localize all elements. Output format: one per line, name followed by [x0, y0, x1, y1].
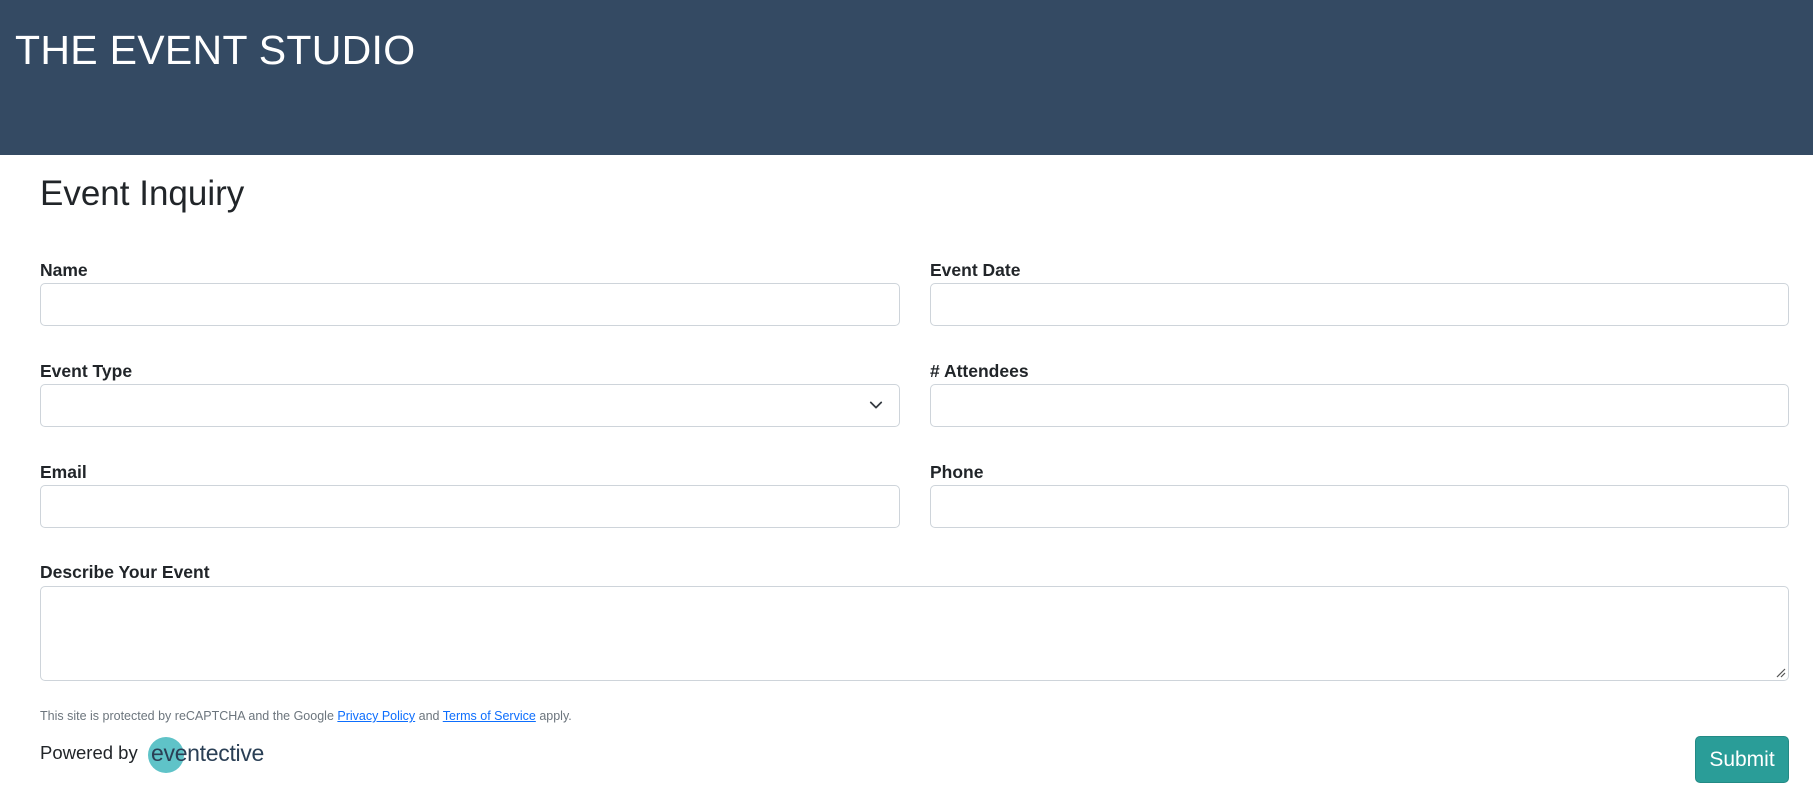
logo-text: eventective [151, 740, 265, 766]
phone-label: Phone [930, 462, 984, 482]
site-header: THE EVENT STUDIO [0, 0, 1813, 155]
email-label: Email [40, 462, 87, 482]
submit-button[interactable]: Submit [1695, 736, 1789, 783]
recaptcha-prefix: This site is protected by reCAPTCHA and … [40, 709, 338, 723]
powered-by-label: Powered by [40, 742, 138, 763]
recaptcha-and: and [415, 709, 443, 723]
terms-of-service-link[interactable]: Terms of Service [443, 709, 536, 723]
name-input[interactable] [40, 283, 900, 326]
chevron-down-icon [869, 401, 883, 409]
event-date-label: Event Date [930, 260, 1021, 280]
event-type-select[interactable] [40, 384, 900, 427]
attendees-label: # Attendees [930, 361, 1029, 381]
attendees-input[interactable] [930, 384, 1789, 427]
phone-input[interactable] [930, 485, 1789, 528]
event-date-input[interactable] [930, 283, 1789, 326]
event-type-label: Event Type [40, 361, 133, 381]
eventective-logo[interactable]: eventective [148, 736, 268, 773]
site-title[interactable]: THE EVENT STUDIO [15, 27, 415, 74]
privacy-policy-link[interactable]: Privacy Policy [337, 709, 415, 723]
email-input[interactable] [40, 485, 900, 528]
description-textarea[interactable] [40, 586, 1789, 681]
resize-grip-icon[interactable] [1774, 666, 1786, 678]
description-label: Describe Your Event [40, 562, 210, 582]
recaptcha-notice: This site is protected by reCAPTCHA and … [40, 709, 572, 723]
recaptcha-suffix: apply. [535, 709, 572, 723]
name-label: Name [40, 260, 88, 280]
page-title: Event Inquiry [40, 174, 245, 213]
